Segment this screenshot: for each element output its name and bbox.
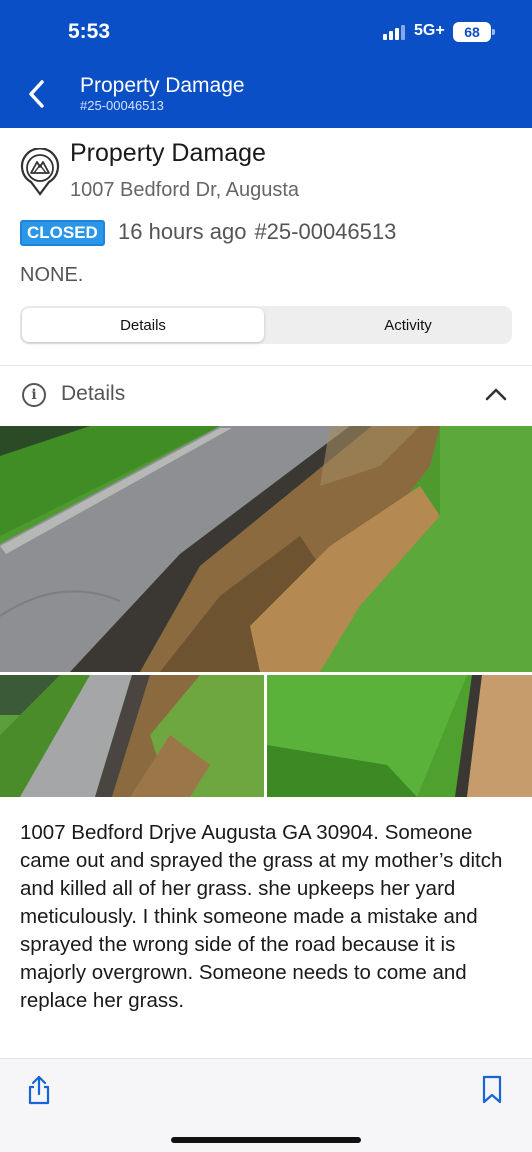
home-indicator: [171, 1137, 361, 1143]
status-badge: CLOSED: [20, 220, 105, 246]
details-section-label: Details: [61, 382, 126, 405]
photo-thumb-1[interactable]: [0, 675, 264, 797]
status-bar: 5:53 5G+ 68: [0, 0, 532, 64]
details-section-header[interactable]: i Details: [0, 366, 532, 424]
chevron-up-icon[interactable]: [484, 386, 508, 402]
nav-subtitle: #25-00046513: [80, 98, 164, 113]
back-chevron-icon: [29, 80, 44, 108]
back-button[interactable]: [20, 74, 52, 114]
bookmark-icon[interactable]: [481, 1075, 503, 1105]
signal-icon: [383, 24, 405, 40]
ticket-id: #25-00046513: [254, 219, 397, 244]
report-meta: 16 hours ago #25-00046513: [118, 219, 396, 245]
report-summary: NONE.: [20, 264, 84, 286]
tab-control: Details Activity: [20, 306, 512, 344]
photo-main-image: [0, 426, 532, 672]
photo-thumb-2[interactable]: [267, 675, 532, 797]
report-title: Property Damage: [70, 139, 266, 167]
map-pin-icon: [20, 148, 60, 196]
photo-thumb-2-image: [267, 675, 532, 797]
app-header: 5:53 5G+ 68 Property Damage #25-00046513: [0, 0, 532, 128]
report-address: 1007 Bedford Dr, Augusta: [70, 179, 300, 201]
time-ago: 16 hours ago: [118, 219, 247, 244]
nav-title: Property Damage: [80, 74, 245, 97]
info-icon: i: [22, 383, 46, 407]
bottom-toolbar: [0, 1058, 532, 1152]
network-label: 5G+: [414, 22, 445, 39]
status-time: 5:53: [68, 20, 111, 43]
share-icon[interactable]: [26, 1075, 52, 1105]
photo-thumb-1-image: [0, 675, 264, 797]
battery-icon: 68: [453, 22, 495, 42]
photo-main[interactable]: [0, 426, 532, 672]
report-description: 1007 Bedford Drjve Augusta GA 30904. Som…: [20, 821, 503, 1012]
tab-activity[interactable]: Activity: [284, 308, 532, 342]
tab-details[interactable]: Details: [22, 308, 264, 342]
